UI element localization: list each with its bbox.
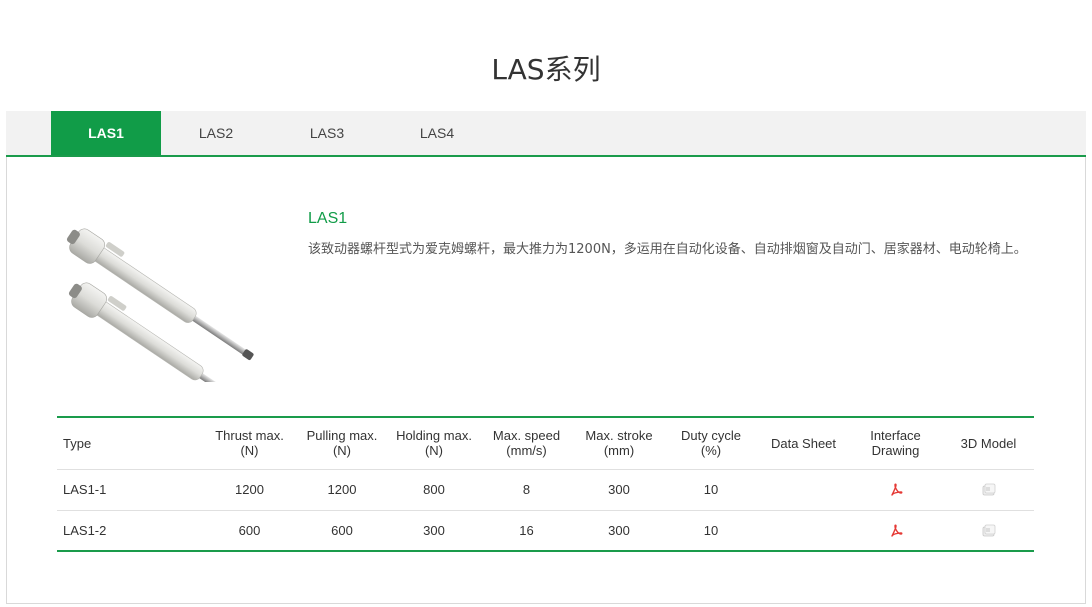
tab-las1[interactable]: LAS1 <box>51 111 161 155</box>
cell-type: LAS1-1 <box>57 469 205 511</box>
table-row: LAS1-2 600 600 300 16 300 10 <box>57 510 1034 552</box>
header-speed: Max. speed (mm/s) <box>478 417 575 470</box>
cell-duty: 10 <box>663 469 759 511</box>
spec-table: Type Thrust max. (N) Pulling max. (N) Hold… <box>57 416 1034 552</box>
cell-thrust: 1200 <box>205 469 294 511</box>
tab-las4[interactable]: LAS4 <box>382 111 492 155</box>
table-row: LAS1-1 1200 1200 800 8 300 10 <box>57 469 1034 511</box>
product-description: 该致动器螺杆型式为爱克姆螺杆，最大推力为1200N，多运用在自动化设备、自动排烟… <box>308 242 1027 257</box>
product-name: LAS1 <box>308 210 348 227</box>
tab-las3[interactable]: LAS3 <box>272 111 382 155</box>
cell-holding: 800 <box>390 469 478 511</box>
cell-stroke: 300 <box>575 510 663 552</box>
header-holding: Holding max. (N) <box>390 417 478 470</box>
header-type: Type <box>57 417 205 470</box>
series-tab-bar: LAS1 LAS2 LAS3 LAS4 <box>6 111 1086 157</box>
cell-speed: 16 <box>478 510 575 552</box>
cell-interface-drawing <box>848 510 943 552</box>
tab-las2[interactable]: LAS2 <box>161 111 271 155</box>
cell-stroke: 300 <box>575 469 663 511</box>
header-duty: Duty cycle (%) <box>663 417 759 470</box>
header-stroke: Max. stroke (mm) <box>575 417 663 470</box>
header-interface-drawing: Interface Drawing <box>848 417 943 470</box>
header-3d-model: 3D Model <box>943 417 1034 470</box>
cell-3d-model <box>943 510 1034 552</box>
header-pulling: Pulling max. (N) <box>294 417 390 470</box>
cell-duty: 10 <box>663 510 759 552</box>
cell-holding: 300 <box>390 510 478 552</box>
cell-3d-model <box>943 469 1034 511</box>
3d-model-icon[interactable] <box>981 482 997 498</box>
cell-interface-drawing <box>848 469 943 511</box>
product-image <box>66 228 254 382</box>
pdf-icon[interactable] <box>888 523 904 539</box>
cell-data-sheet <box>759 469 848 511</box>
cell-thrust: 600 <box>205 510 294 552</box>
header-data-sheet: Data Sheet <box>759 417 848 470</box>
cell-data-sheet <box>759 510 848 552</box>
table-header-row: Type Thrust max. (N) Pulling max. (N) Hold… <box>57 417 1034 470</box>
cell-pulling: 600 <box>294 510 390 552</box>
3d-model-icon[interactable] <box>981 523 997 539</box>
cell-type: LAS1-2 <box>57 510 205 552</box>
cell-pulling: 1200 <box>294 469 390 511</box>
header-thrust: Thrust max. (N) <box>205 417 294 470</box>
pdf-icon[interactable] <box>888 482 904 498</box>
page-title: LAS系列 <box>491 53 601 86</box>
cell-speed: 8 <box>478 469 575 511</box>
